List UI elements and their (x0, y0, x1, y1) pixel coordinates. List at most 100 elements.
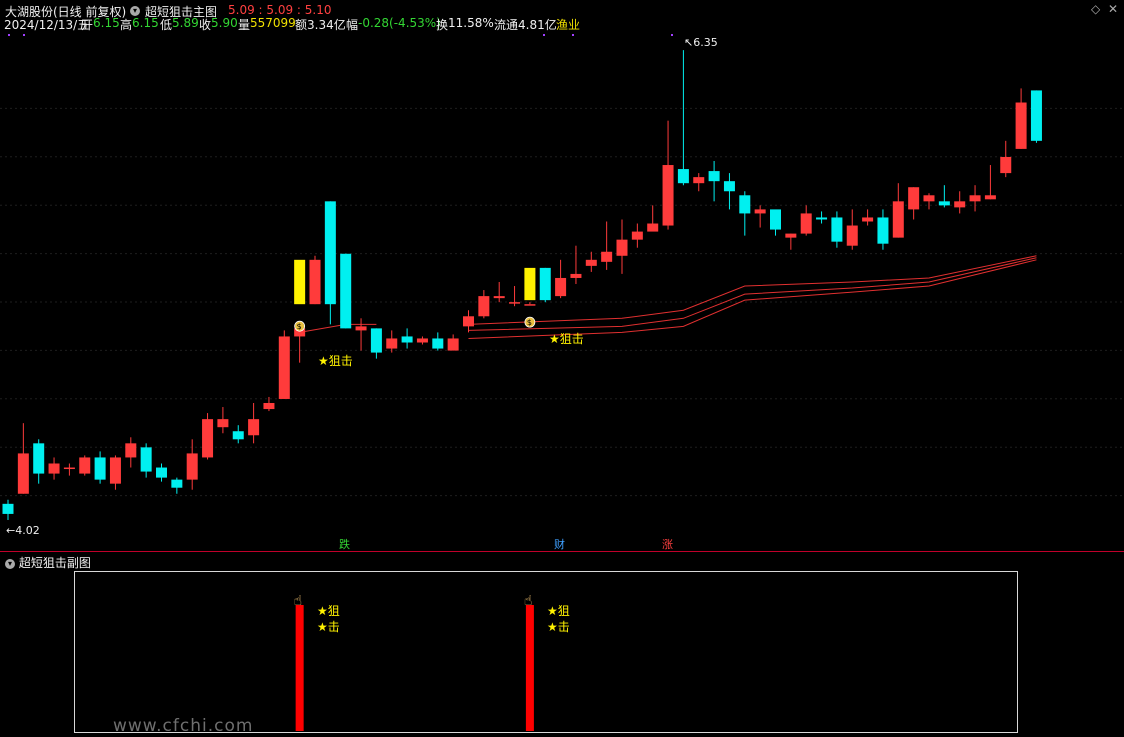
close-value: 5.90 (211, 16, 238, 30)
sub-signal-top-1-text: 狙 (327, 604, 340, 618)
money-bag-icon: $ (294, 320, 306, 332)
open-label: 开 (81, 18, 94, 32)
sub-indicator-menu-icon[interactable]: ▾ (5, 558, 15, 569)
close-icon[interactable]: ✕ (1108, 2, 1118, 16)
candle-down (171, 479, 183, 488)
signal-bar-1 (295, 605, 304, 731)
purple-marker (8, 34, 10, 36)
sub-panel-header: ▾ 超短狙击副图 (5, 554, 91, 571)
candle-down (877, 217, 889, 244)
max-price-value: 6.35 (693, 36, 718, 49)
ma-line-3 (468, 259, 1037, 339)
candle-up (616, 239, 628, 256)
panel-divider[interactable] (0, 551, 1124, 552)
candle-up (601, 251, 613, 262)
sub-signal-top-2: ★狙 (547, 604, 570, 618)
sub-signal-bottom-2: ★击 (547, 620, 570, 634)
purple-marker (671, 34, 673, 36)
candle-up (754, 209, 766, 214)
min-price-label: ←4.02 (6, 524, 40, 537)
hand-pointer-icon: ☝ (524, 593, 533, 609)
candle-down (33, 443, 45, 474)
signal-bar-2 (525, 605, 534, 731)
candle-up (186, 453, 198, 480)
candle-down (2, 503, 14, 514)
sector-value[interactable]: 渔业 (556, 16, 580, 33)
candle-up (509, 302, 521, 304)
candle-up (524, 304, 536, 306)
candle-up (447, 338, 459, 351)
money-bag-glyph: $ (297, 322, 302, 331)
change-value: -0.28(-4.53%) (358, 16, 441, 30)
sub-signal-bottom-1-text: 击 (327, 620, 340, 634)
diamond-icon[interactable]: ◇ (1091, 2, 1100, 16)
candle-up (309, 259, 321, 305)
candle-up (662, 165, 674, 226)
sub-panel-title[interactable]: 超短狙击副图 (19, 556, 91, 570)
candle-up (647, 223, 659, 232)
volume-label: 量 (238, 18, 251, 32)
candle-down (324, 201, 336, 305)
watermark: www.cfchi.com (113, 716, 254, 736)
candle-down (140, 447, 152, 472)
candle-up (1015, 102, 1027, 149)
candle-up (386, 338, 398, 349)
candle-down (370, 328, 382, 353)
low-value: 5.89 (172, 16, 199, 30)
candle-up (217, 419, 229, 428)
high-label: 高 (120, 18, 133, 32)
candle-up (785, 233, 797, 238)
sub-signal-top-2-text: 狙 (557, 604, 570, 618)
candle-down (94, 457, 106, 480)
main-signal-1: ★狙击 (318, 354, 353, 368)
change-label: 幅 (346, 18, 359, 32)
candle-up (1000, 156, 1012, 174)
candle-up (969, 195, 981, 202)
candle-down (1030, 90, 1042, 141)
candle-up (954, 201, 966, 208)
purple-marker (572, 34, 574, 36)
candle-down (816, 217, 828, 220)
candle-up (908, 187, 920, 210)
float-label: 流通 (494, 18, 519, 32)
candle-down (770, 209, 781, 230)
quote-bar: 2024/12/13/五 开 6.15 高 6.15 低 5.89 收 5.90… (0, 16, 1124, 34)
candle-up (555, 277, 567, 297)
sub-signal-top-1: ★狙 (317, 604, 340, 618)
candle-down (340, 253, 352, 329)
candle-up (892, 201, 904, 238)
candle-down (739, 195, 751, 214)
candle-up (570, 273, 582, 278)
amount-value: 3.34亿 (307, 18, 346, 32)
candle-up (478, 296, 490, 317)
open-value: 6.15 (93, 16, 120, 30)
sub-signal-bottom-1: ★击 (317, 620, 340, 634)
sub-indicator-chart: ☝ ☝ (294, 593, 534, 731)
candle-up (846, 225, 858, 246)
money-bag-glyph: $ (527, 318, 532, 327)
candlestick-chart[interactable]: $ $ (0, 34, 1124, 550)
min-price-value: 4.02 (15, 524, 40, 537)
purple-marker (543, 34, 545, 36)
volume-value: 557099 (250, 16, 296, 30)
candle-up (17, 453, 29, 494)
signal-candle-2 (524, 267, 536, 301)
candle-up (109, 457, 121, 484)
candle-down (708, 171, 720, 182)
rise-tag: 涨 (662, 538, 673, 551)
candle-up (263, 403, 275, 410)
float-value: 4.81亿 (518, 18, 557, 32)
candle-up (48, 463, 60, 474)
candle-up (631, 231, 643, 240)
candle-down (232, 431, 244, 440)
indicator-menu-icon[interactable]: ▾ (130, 6, 140, 16)
ma-line-1 (468, 255, 1037, 325)
candle-down (156, 467, 167, 478)
candle-down (539, 267, 551, 301)
close-label: 收 (199, 18, 212, 32)
candle-down (831, 217, 843, 242)
candle-up (79, 457, 91, 474)
candle-up (585, 259, 597, 266)
candle-up (493, 296, 505, 299)
candle-down (938, 201, 950, 206)
